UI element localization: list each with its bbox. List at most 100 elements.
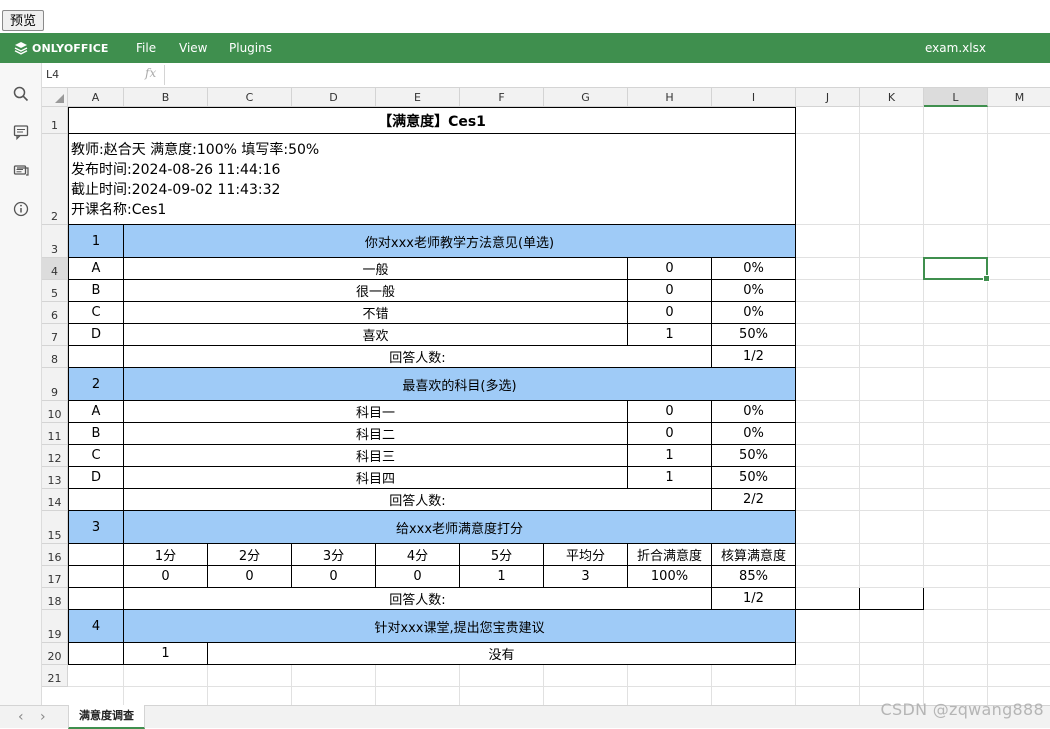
sheet-title-cell[interactable]: 【满意度】Ces1	[68, 107, 796, 134]
column-header-f[interactable]: F	[460, 88, 544, 107]
comment-icon[interactable]	[12, 123, 30, 141]
score-header-cell[interactable]: 1分	[124, 544, 208, 566]
row-header-2[interactable]: 2	[42, 134, 68, 225]
option-percent-cell[interactable]: 50%	[712, 467, 796, 489]
formula-input[interactable]	[164, 65, 1050, 85]
score-value-cell[interactable]: 0	[208, 566, 292, 588]
empty-cell[interactable]	[68, 643, 124, 665]
column-header-h[interactable]: H	[628, 88, 712, 107]
row-header-13[interactable]: 13	[42, 467, 68, 489]
column-header-m[interactable]: M	[988, 88, 1050, 107]
empty-bordered-cell[interactable]	[860, 588, 924, 610]
score-value-cell[interactable]: 3	[544, 566, 628, 588]
score-value-cell[interactable]: 0	[376, 566, 460, 588]
option-count-cell[interactable]: 0	[628, 280, 712, 302]
row-header-9[interactable]: 9	[42, 368, 68, 401]
column-header-j[interactable]: J	[796, 88, 860, 107]
score-value-cell[interactable]: 0	[292, 566, 376, 588]
answer-count-label-cell[interactable]: 回答人数:	[124, 588, 712, 610]
answer-count-label-cell[interactable]: 回答人数:	[124, 489, 712, 511]
row-header-5[interactable]: 5	[42, 280, 68, 302]
option-percent-cell[interactable]: 50%	[712, 445, 796, 467]
menu-plugins[interactable]: Plugins	[229, 41, 272, 55]
option-text-cell[interactable]: 科目三	[124, 445, 628, 467]
column-header-d[interactable]: D	[292, 88, 376, 107]
name-box[interactable]: L4	[42, 66, 142, 84]
column-header-k[interactable]: K	[860, 88, 924, 107]
row-header-15[interactable]: 15	[42, 511, 68, 544]
row-header-17[interactable]: 17	[42, 566, 68, 588]
question-number-cell[interactable]: 1	[68, 225, 124, 258]
row-header-4[interactable]: 4	[42, 258, 68, 280]
option-text-cell[interactable]: 不错	[124, 302, 628, 324]
score-value-cell[interactable]: 1	[460, 566, 544, 588]
option-percent-cell[interactable]: 0%	[712, 302, 796, 324]
row-header-18[interactable]: 18	[42, 588, 68, 610]
option-percent-cell[interactable]: 0%	[712, 258, 796, 280]
info-block-cell[interactable]: 教师:赵合天 满意度:100% 填写率:50% 发布时间:2024-08-26 1…	[68, 134, 796, 225]
column-header-g[interactable]: G	[544, 88, 628, 107]
empty-cell[interactable]	[68, 544, 124, 566]
option-count-cell[interactable]: 0	[628, 258, 712, 280]
column-header-i[interactable]: I	[712, 88, 796, 107]
option-key-cell[interactable]: B	[68, 423, 124, 445]
option-count-cell[interactable]: 1	[628, 445, 712, 467]
score-value-cell[interactable]: 100%	[628, 566, 712, 588]
answer-count-value-cell[interactable]: 1/2	[712, 588, 796, 610]
score-header-cell[interactable]: 平均分	[544, 544, 628, 566]
chevron-left-icon[interactable]: ‹	[18, 709, 24, 725]
question-number-cell[interactable]: 3	[68, 511, 124, 544]
row-header-12[interactable]: 12	[42, 445, 68, 467]
option-percent-cell[interactable]: 0%	[712, 401, 796, 423]
score-header-cell[interactable]: 5分	[460, 544, 544, 566]
selected-cell-l4[interactable]	[923, 257, 990, 282]
option-key-cell[interactable]: A	[68, 258, 124, 280]
menu-file[interactable]: File	[136, 41, 156, 55]
empty-cell[interactable]	[68, 346, 124, 368]
score-value-cell[interactable]: 0	[124, 566, 208, 588]
option-key-cell[interactable]: A	[68, 401, 124, 423]
preview-button[interactable]: 预览	[2, 10, 44, 31]
column-header-c[interactable]: C	[208, 88, 292, 107]
option-key-cell[interactable]: D	[68, 467, 124, 489]
score-value-cell[interactable]: 85%	[712, 566, 796, 588]
option-count-cell[interactable]: 1	[628, 324, 712, 346]
chat-icon[interactable]	[12, 162, 30, 180]
option-count-cell[interactable]: 0	[628, 302, 712, 324]
row-header-8[interactable]: 8	[42, 346, 68, 368]
fx-icon[interactable]: fx	[145, 66, 163, 80]
answer-count-value-cell[interactable]: 2/2	[712, 489, 796, 511]
option-text-cell[interactable]: 科目一	[124, 401, 628, 423]
option-text-cell[interactable]: 科目四	[124, 467, 628, 489]
option-key-cell[interactable]: D	[68, 324, 124, 346]
score-header-cell[interactable]: 4分	[376, 544, 460, 566]
row-header-19[interactable]: 19	[42, 610, 68, 643]
option-text-cell[interactable]: 科目二	[124, 423, 628, 445]
score-header-cell[interactable]: 2分	[208, 544, 292, 566]
row-header-14[interactable]: 14	[42, 489, 68, 511]
row-header-11[interactable]: 11	[42, 423, 68, 445]
question-title-cell[interactable]: 最喜欢的科目(多选)	[124, 368, 796, 401]
question-title-cell[interactable]: 针对xxx课堂,提出您宝贵建议	[124, 610, 796, 643]
search-icon[interactable]	[12, 85, 30, 103]
empty-bordered-cell[interactable]	[796, 588, 860, 610]
row-header-7[interactable]: 7	[42, 324, 68, 346]
score-header-cell[interactable]: 核算满意度	[712, 544, 796, 566]
option-text-cell[interactable]: 很一般	[124, 280, 628, 302]
row-header-1[interactable]: 1	[42, 107, 68, 134]
column-header-a[interactable]: A	[68, 88, 124, 107]
empty-cell[interactable]	[68, 588, 124, 610]
row-header-20[interactable]: 20	[42, 643, 68, 665]
option-count-cell[interactable]: 1	[628, 467, 712, 489]
question-title-cell[interactable]: 你对xxx老师教学方法意见(单选)	[124, 225, 796, 258]
row-header-16[interactable]: 16	[42, 544, 68, 566]
option-key-cell[interactable]: C	[68, 445, 124, 467]
question-number-cell[interactable]: 4	[68, 610, 124, 643]
option-percent-cell[interactable]: 0%	[712, 280, 796, 302]
row-header-10[interactable]: 10	[42, 401, 68, 423]
option-percent-cell[interactable]: 50%	[712, 324, 796, 346]
option-count-cell[interactable]: 0	[628, 423, 712, 445]
question-number-cell[interactable]: 2	[68, 368, 124, 401]
column-header-b[interactable]: B	[124, 88, 208, 107]
answer-count-label-cell[interactable]: 回答人数:	[124, 346, 712, 368]
